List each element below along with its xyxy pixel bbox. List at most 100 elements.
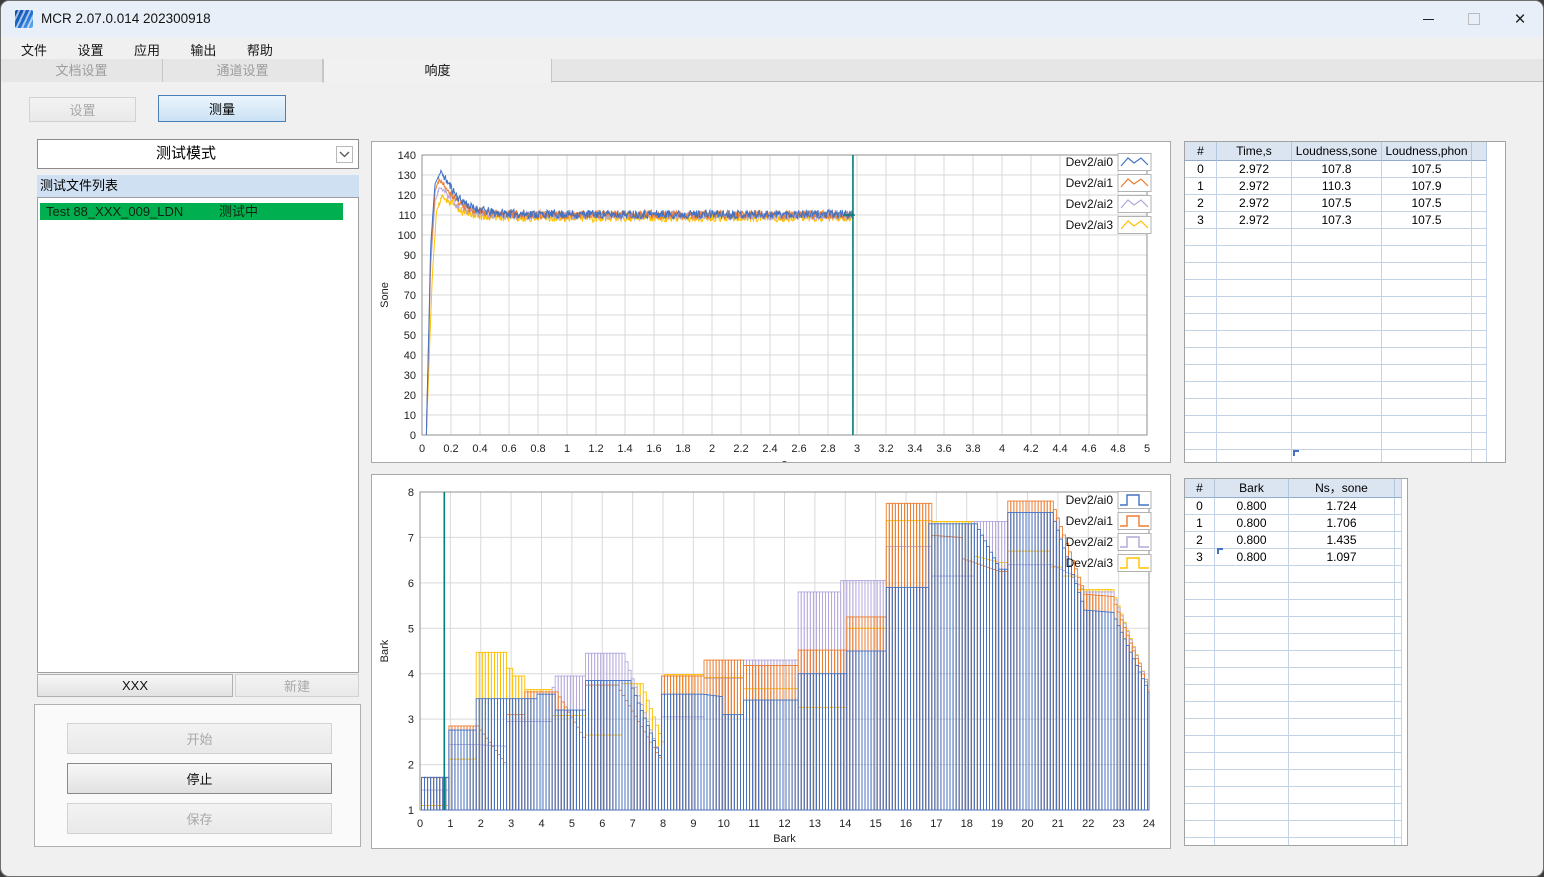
table-cell xyxy=(1292,399,1382,416)
table-row[interactable]: 3 2.972 107.3 107.5 xyxy=(1185,212,1505,229)
tab-channel-settings[interactable]: 通道设置 xyxy=(163,59,323,82)
table-cell xyxy=(1217,433,1292,450)
table-row[interactable]: 0 2.972 107.8 107.5 xyxy=(1185,161,1505,178)
table-row[interactable]: 1 2.972 110.3 107.9 xyxy=(1185,178,1505,195)
table-cell xyxy=(1215,753,1289,770)
svg-text:14: 14 xyxy=(839,818,851,830)
table-row[interactable]: 2 2.972 107.5 107.5 xyxy=(1185,195,1505,212)
table-cell xyxy=(1217,280,1292,297)
table-cell: 107.5 xyxy=(1382,212,1472,229)
table-cell xyxy=(1472,416,1487,433)
svg-text:0.4: 0.4 xyxy=(472,443,487,455)
measure-view-button[interactable]: 测量 xyxy=(158,95,286,122)
table-cell xyxy=(1185,685,1215,702)
table-row[interactable]: 0 0.800 1.724 xyxy=(1185,498,1407,515)
table-header-cell: Time,s xyxy=(1217,142,1292,161)
table-cell xyxy=(1395,804,1402,821)
svg-text:100: 100 xyxy=(398,230,416,242)
table-cell xyxy=(1382,246,1472,263)
svg-text:21: 21 xyxy=(1052,818,1064,830)
new-button[interactable]: 新建 xyxy=(235,674,359,697)
legend-item[interactable]: Dev2/ai1 xyxy=(1066,174,1152,192)
svg-text:0.8: 0.8 xyxy=(530,443,545,455)
maximize-button[interactable] xyxy=(1451,1,1497,37)
table-cell xyxy=(1289,770,1395,787)
app-logo-icon xyxy=(15,10,33,28)
table-row xyxy=(1185,331,1505,348)
table-cell xyxy=(1215,702,1289,719)
table-cell xyxy=(1215,838,1289,845)
legend-item[interactable]: Dev2/ai0 xyxy=(1066,491,1152,509)
start-button[interactable]: 开始 xyxy=(67,723,332,754)
test-mode-dropdown[interactable]: 测试模式 xyxy=(37,139,359,169)
table-row[interactable]: 1 0.800 1.706 xyxy=(1185,515,1407,532)
table-cell: 2.972 xyxy=(1217,161,1292,178)
legend-item[interactable]: Dev2/ai2 xyxy=(1066,533,1152,551)
svg-text:5: 5 xyxy=(408,623,414,635)
svg-text:2.6: 2.6 xyxy=(791,443,806,455)
test-file-list[interactable]: Test 88_XXX_009_LDN 测试中 xyxy=(37,197,359,673)
table-row xyxy=(1185,651,1407,668)
svg-text:120: 120 xyxy=(398,190,416,202)
specific-loudness-chart[interactable]: 0 1 2 3 4 5 6 7 8 9 10 11 12 13 14 15 16 17 18 19 20 21 22 23 24… xyxy=(372,475,1170,848)
svg-text:1.6: 1.6 xyxy=(646,443,661,455)
table-cell xyxy=(1472,246,1487,263)
settings-view-button[interactable]: 设置 xyxy=(29,97,136,122)
table-cell xyxy=(1215,651,1289,668)
minimize-button[interactable] xyxy=(1405,1,1451,37)
table-cell xyxy=(1395,821,1402,838)
table-header-cell: Bark xyxy=(1215,479,1289,498)
table-row[interactable]: 2 0.800 1.435 xyxy=(1185,532,1407,549)
table-cell xyxy=(1185,263,1217,280)
minimize-icon xyxy=(1422,18,1434,20)
legend-item[interactable]: Dev2/ai3 xyxy=(1066,554,1152,572)
table-cell xyxy=(1215,804,1289,821)
svg-text:6: 6 xyxy=(599,818,605,830)
tab-document-settings[interactable]: 文档设置 xyxy=(1,59,163,82)
table-row xyxy=(1185,229,1505,246)
legend-item[interactable]: Dev2/ai2 xyxy=(1066,195,1152,213)
svg-text:40: 40 xyxy=(404,350,416,362)
table-cell xyxy=(1185,416,1217,433)
tab-strip: 文档设置 通道设置 响度 xyxy=(1,59,1543,83)
table-row xyxy=(1185,348,1505,365)
svg-text:Dev2/ai1: Dev2/ai1 xyxy=(1066,514,1114,528)
legend-item[interactable]: Dev2/ai0 xyxy=(1066,153,1152,171)
svg-text:Sone: Sone xyxy=(379,282,391,308)
table-cell xyxy=(1292,416,1382,433)
table-cell xyxy=(1215,668,1289,685)
table-cell xyxy=(1472,178,1487,195)
table-cell xyxy=(1292,314,1382,331)
table-cell xyxy=(1472,433,1487,450)
table-cell: 0 xyxy=(1185,498,1215,515)
table-cell xyxy=(1395,651,1402,668)
table-cell xyxy=(1472,450,1487,462)
table-cell xyxy=(1472,314,1487,331)
svg-text:17: 17 xyxy=(930,818,942,830)
table-cell xyxy=(1472,331,1487,348)
table-cell xyxy=(1472,229,1487,246)
close-button[interactable]: × xyxy=(1497,1,1543,37)
svg-text:Dev2/ai0: Dev2/ai0 xyxy=(1066,155,1114,169)
table-cell xyxy=(1382,433,1472,450)
legend-item[interactable]: Dev2/ai1 xyxy=(1066,512,1152,530)
svg-text:7: 7 xyxy=(408,532,414,544)
table-cell xyxy=(1292,382,1382,399)
svg-text:2: 2 xyxy=(709,443,715,455)
table-header-cell: Ns，sone xyxy=(1289,479,1395,498)
table-cell xyxy=(1217,382,1292,399)
table-cell: 107.5 xyxy=(1382,161,1472,178)
table-cell xyxy=(1185,229,1217,246)
test-file-name: Test 88_XXX_009_LDN xyxy=(46,204,184,219)
stop-button[interactable]: 停止 xyxy=(67,763,332,794)
tab-loudness[interactable]: 响度 xyxy=(323,59,552,83)
loudness-time-chart[interactable]: 0 0.2 0.4 0.6 0.8 1 1.2 1.4 1.6 1.8 2 2.2 2.4 2.6 2.8 3… xyxy=(372,142,1170,470)
table-cell xyxy=(1185,433,1217,450)
legend-item[interactable]: Dev2/ai3 xyxy=(1066,216,1152,234)
xxx-button[interactable]: XXX xyxy=(37,674,233,697)
svg-text:13: 13 xyxy=(809,818,821,830)
dropdown-arrow-button[interactable] xyxy=(336,146,353,163)
save-button[interactable]: 保存 xyxy=(67,803,332,834)
table-cell xyxy=(1395,668,1402,685)
list-item[interactable]: Test 88_XXX_009_LDN 测试中 xyxy=(40,203,343,220)
